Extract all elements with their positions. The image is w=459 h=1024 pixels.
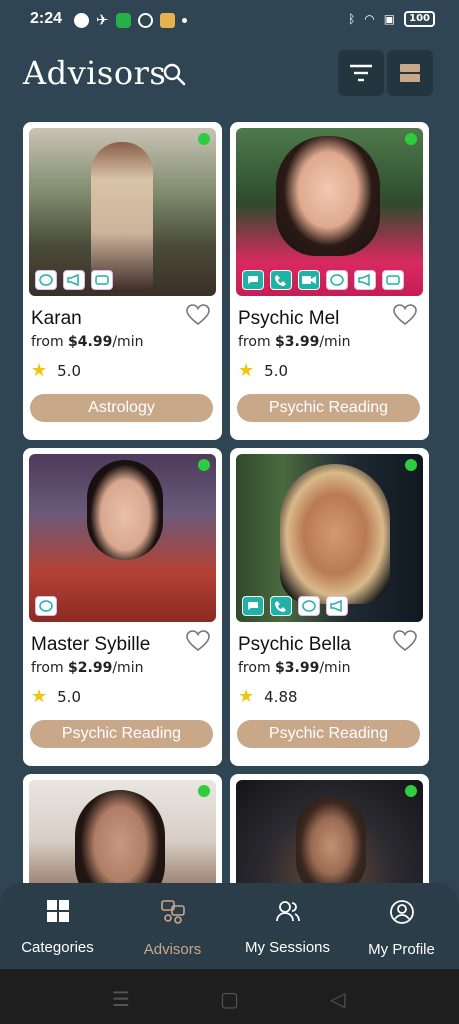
phone-icon — [270, 596, 292, 616]
online-indicator — [198, 133, 210, 145]
grid-icon — [46, 900, 69, 922]
advisor-rating: ★ 5.0 — [31, 686, 81, 707]
advisor-name: Psychic Mel — [238, 308, 340, 329]
recents-icon[interactable]: ☰ — [112, 987, 130, 1011]
advisor-photo — [236, 454, 423, 622]
airplane-icon: ✈ — [96, 11, 109, 29]
category-tag[interactable]: Psychic Reading — [237, 394, 420, 422]
video-icon — [91, 270, 113, 290]
filter-icon — [350, 64, 372, 82]
chat-bubble-icon — [326, 270, 348, 290]
advisor-name: Master Sybille — [31, 634, 151, 655]
category-tag[interactable]: Psychic Reading — [237, 720, 420, 748]
back-icon[interactable]: ◁ — [330, 987, 345, 1011]
status-bar: 2:24 ✈ ᛒ ◠ ▣ 100 — [0, 0, 459, 40]
play-icon — [74, 12, 89, 28]
nav-label: Categories — [21, 939, 94, 956]
more-dot-icon — [181, 17, 187, 23]
shield-icon — [115, 12, 131, 28]
nav-item-categories[interactable]: Categories — [0, 899, 115, 956]
phone-icon — [270, 270, 292, 290]
megaphone-icon — [354, 270, 376, 290]
category-tag[interactable]: Astrology — [30, 394, 213, 422]
advisor-card[interactable]: Master Sybille from $2.99/min ★ 5.0 Psych… — [23, 448, 222, 766]
chat-bubble-icon — [35, 596, 57, 616]
service-icons — [242, 270, 404, 290]
advisor-price: from $2.99/min — [31, 660, 144, 676]
app-icon — [137, 12, 153, 28]
online-indicator — [405, 459, 417, 471]
favorite-heart-icon[interactable] — [186, 630, 210, 652]
star-icon: ★ — [238, 360, 255, 381]
advisor-photo — [29, 128, 216, 296]
advisor-card[interactable] — [23, 774, 222, 894]
advisor-rating: ★ 5.0 — [31, 360, 81, 381]
advisor-name: Psychic Bella — [238, 634, 351, 655]
advisor-photo — [29, 454, 216, 622]
star-icon: ★ — [31, 360, 48, 381]
advisor-rating: ★ 4.88 — [238, 686, 298, 707]
page-title: Advisors — [23, 54, 167, 92]
service-icons — [35, 270, 113, 290]
advisor-price: from $3.99/min — [238, 334, 351, 350]
megaphone-icon — [326, 596, 348, 616]
chat-icon — [242, 270, 264, 290]
system-navigation-bar: ☰ ▢ ◁ — [0, 969, 459, 1024]
star-icon: ★ — [31, 686, 48, 707]
battery-icon: 100 — [404, 11, 435, 27]
online-indicator — [198, 459, 210, 471]
nav-item-profile[interactable]: My Profile — [344, 899, 459, 958]
online-indicator — [198, 785, 210, 797]
advisor-rating: ★ 5.0 — [238, 360, 288, 381]
advisor-photo — [236, 128, 423, 296]
star-icon: ★ — [238, 686, 255, 707]
page-header: Advisors — [0, 48, 459, 108]
signal-icon: ▣ — [383, 12, 396, 26]
advisor-card[interactable]: Karan from $4.99/min ★ 5.0 Astrology — [23, 122, 222, 440]
advisor-price: from $4.99/min — [31, 334, 144, 350]
chat-icon — [242, 596, 264, 616]
favorite-heart-icon[interactable] — [186, 304, 210, 326]
profile-icon — [389, 900, 414, 924]
video-icon — [382, 270, 404, 290]
video-icon — [298, 270, 320, 290]
bottom-navigation: Categories Advisors My Sessions My Profi… — [0, 883, 459, 969]
layout-toggle-button[interactable] — [387, 50, 433, 96]
online-indicator — [405, 133, 417, 145]
service-icons — [35, 596, 57, 616]
nav-label: My Profile — [368, 941, 435, 958]
favorite-heart-icon[interactable] — [393, 630, 417, 652]
nav-label: My Sessions — [244, 939, 331, 956]
nav-item-advisors[interactable]: Advisors — [115, 899, 230, 958]
nav-item-sessions[interactable]: My Sessions — [230, 899, 345, 956]
notification-icons: ✈ — [74, 11, 187, 29]
advisor-price: from $3.99/min — [238, 660, 351, 676]
search-icon[interactable] — [162, 62, 186, 86]
advisor-card[interactable]: Psychic Mel from $3.99/min ★ 5.0 Psychic … — [230, 122, 429, 440]
home-icon[interactable]: ▢ — [220, 987, 239, 1011]
system-icons: ᛒ ◠ ▣ 100 — [348, 11, 435, 27]
chat-bubble-icon — [35, 270, 57, 290]
sessions-icon — [275, 901, 300, 922]
advisor-photo — [236, 780, 423, 894]
advisor-photo — [29, 780, 216, 894]
layout-toggle-icon — [400, 64, 420, 82]
megaphone-icon — [63, 270, 85, 290]
clock: 2:24 — [30, 10, 63, 27]
advisor-card[interactable]: Psychic Bella from $3.99/min ★ 4.88 Psych… — [230, 448, 429, 766]
favorite-heart-icon[interactable] — [393, 304, 417, 326]
advisor-name: Karan — [31, 308, 82, 329]
advisor-card[interactable] — [230, 774, 429, 894]
wifi-icon: ◠ — [364, 12, 375, 26]
advisors-icon — [160, 900, 185, 924]
chat-bubble-icon — [298, 596, 320, 616]
online-indicator — [405, 785, 417, 797]
app-icon — [159, 12, 175, 28]
service-icons — [242, 596, 348, 616]
category-tag[interactable]: Psychic Reading — [30, 720, 213, 748]
filter-button[interactable] — [338, 50, 384, 96]
bluetooth-icon: ᛒ — [348, 12, 356, 26]
nav-label: Advisors — [143, 941, 202, 958]
